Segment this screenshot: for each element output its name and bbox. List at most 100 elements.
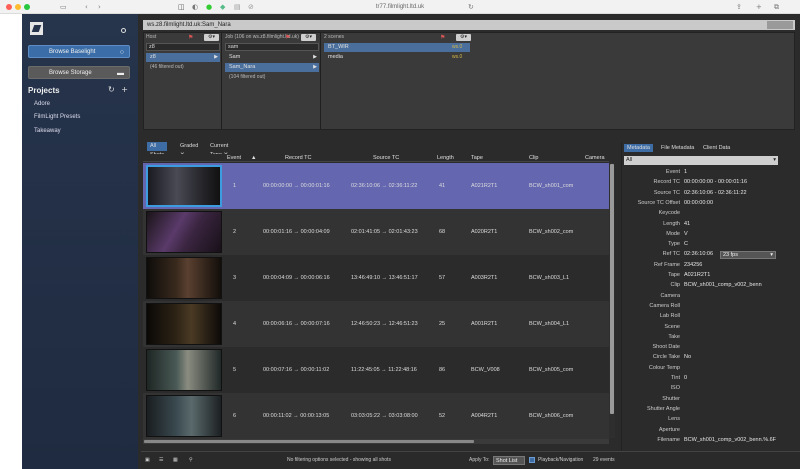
tab-metadata[interactable]: Metadata <box>624 144 653 152</box>
tab-all-shots[interactable]: All Shots <box>147 142 168 158</box>
apply-to-select[interactable]: Shot List <box>493 456 525 465</box>
tab-current-tape[interactable]: Current Tape ✕ <box>207 142 231 158</box>
cell-record-tc: 00:00:01:16 → 00:00:04:09 <box>263 229 330 235</box>
browse-baselight-button[interactable]: Browse Baselight ○ <box>28 45 130 58</box>
col-camera[interactable]: Camera <box>585 154 605 162</box>
shot-thumbnail[interactable] <box>146 395 222 437</box>
filter-status: No filtering options selected - showing … <box>287 457 391 463</box>
zoom-window-dot[interactable] <box>24 4 30 10</box>
tab-client-data[interactable]: Client Data <box>700 144 733 152</box>
col-event[interactable]: Event <box>227 154 241 162</box>
table-row[interactable]: 5 00:00:07:16 → 00:00:11:02 11:22:45:05 → … <box>143 347 609 393</box>
cell-clip: BCW_sh001_com <box>529 183 574 189</box>
cell-clip: BCW_sh003_L1 <box>529 275 570 281</box>
shield-extension-icon[interactable]: ◆ <box>220 3 225 11</box>
job-search-input[interactable]: sam <box>225 43 319 51</box>
grid-view-icon[interactable]: ▦ <box>173 457 178 463</box>
scenes-column: 2 scenes ⚑ ⚙▾ BT_WIR ws.0 media ws.0 <box>322 33 482 129</box>
main-area: ws.z8.filmlight.ltd.uk:Sam_Nara Host ⚑ ⚙… <box>141 14 800 469</box>
sidebar-toggle-icon[interactable]: ▭ <box>60 3 67 11</box>
col-record-tc[interactable]: Record TC <box>285 154 312 162</box>
gear-icon[interactable]: ⚙▾ <box>204 34 219 41</box>
project-item[interactable]: Adore <box>34 101 50 107</box>
add-icon[interactable]: + <box>121 85 128 94</box>
translate-icon[interactable]: ◐ <box>192 3 198 11</box>
scroll-thumb[interactable] <box>610 164 614 414</box>
new-tab-icon[interactable]: + <box>756 3 762 11</box>
table-row[interactable]: 3 00:00:04:09 → 00:00:06:16 13:46:49:10 → … <box>143 255 609 301</box>
horizontal-scrollbar[interactable] <box>143 439 609 444</box>
job-item[interactable]: Sam ▶ <box>225 53 319 62</box>
apply-to-label: Apply To: <box>469 457 490 463</box>
playback-checkbox[interactable] <box>529 457 535 463</box>
col-source-tc[interactable]: Source TC <box>373 154 399 162</box>
sidebar: Browse Baselight ○ Browse Storage ▬ Proj… <box>22 14 138 469</box>
cell-clip: BCW_sh004_L1 <box>529 321 570 327</box>
gear-icon[interactable]: ⚙▾ <box>456 34 471 41</box>
table-row[interactable]: 2 00:00:01:16 → 00:00:04:09 02:01:41:05 → … <box>143 209 609 255</box>
scene-item[interactable]: media ws.0 <box>324 53 470 62</box>
extension-icon[interactable]: ◫ <box>178 3 185 11</box>
shot-thumbnail[interactable] <box>146 349 222 391</box>
cell-tape: A021R2T1 <box>471 183 498 189</box>
lock-icon[interactable]: ▣ <box>145 457 150 463</box>
tab-graded[interactable]: Graded ✕ <box>177 142 201 158</box>
cell-tape: BCW_V008 <box>471 367 500 373</box>
col-clip[interactable]: Clip <box>529 154 538 162</box>
table-row[interactable]: 6 00:00:11:02 → 00:00:13:05 03:03:05:22 → … <box>143 393 609 439</box>
cell-length: 52 <box>439 413 446 419</box>
chevron-right-icon: ▶ <box>214 54 218 60</box>
host-filter-note: (46 filtered out) <box>150 64 184 70</box>
cell-source-tc: 13:46:49:10 → 13:46:51:17 <box>351 275 418 281</box>
host-search-input[interactable]: z8 <box>146 43 220 51</box>
shot-thumbnail[interactable] <box>146 257 222 299</box>
scroll-thumb[interactable] <box>144 440 474 443</box>
vertical-scrollbar[interactable] <box>609 162 615 438</box>
forward-arrow-icon[interactable]: › <box>98 3 101 11</box>
event-count: 29 events <box>593 457 615 463</box>
host-item[interactable]: z8 ▶ <box>146 53 220 62</box>
col-length[interactable]: Length <box>437 154 454 162</box>
col-tape[interactable]: Tape <box>471 154 483 162</box>
filmlight-logo <box>30 22 43 35</box>
browse-storage-button[interactable]: Browse Storage ▬ <box>28 66 130 79</box>
metadata-value[interactable]: BCW_sh001_comp_v002_benn.%.6F <box>684 435 776 446</box>
shot-thumbnail[interactable] <box>146 165 222 207</box>
host-label: Host <box>146 34 157 40</box>
fps-select[interactable]: 23 fps ▾ <box>720 251 776 260</box>
whatsapp-icon[interactable]: ● <box>206 3 212 11</box>
metadata-filter-select[interactable]: All ▾ <box>624 156 778 165</box>
cell-event: 5 <box>233 367 237 373</box>
reader-icon[interactable]: ▤ <box>234 3 241 11</box>
back-arrow-icon[interactable]: ‹ <box>85 3 88 11</box>
gear-icon[interactable]: ⚙▾ <box>301 34 316 41</box>
table-row[interactable]: 4 00:00:06:16 → 00:00:07:16 12:46:50:23 → … <box>143 301 609 347</box>
path-options-button[interactable] <box>767 21 793 29</box>
reload-icon[interactable]: ↻ <box>468 3 474 11</box>
ad-blocker-icon[interactable]: ⊘ <box>248 3 254 11</box>
path-bar[interactable]: ws.z8.filmlight.ltd.uk:Sam_Nara <box>143 20 795 30</box>
address-bar[interactable]: tr77.filmlight.ltd.uk <box>340 2 460 12</box>
job-column: Job (106 on ws.z8.filmlight.ltd.uk) ⚑ ⚙▾… <box>223 33 321 129</box>
minimize-window-dot[interactable] <box>15 4 21 10</box>
status-dot-icon[interactable] <box>121 28 126 33</box>
tab-file-metadata[interactable]: File Metadata <box>658 144 697 152</box>
list-view-icon[interactable]: ☰ <box>159 457 163 463</box>
shot-thumbnail[interactable] <box>146 211 222 253</box>
refresh-icon[interactable]: ↻ <box>108 85 115 94</box>
project-item[interactable]: Takeaway <box>34 128 61 134</box>
scene-item[interactable]: BT_WIR ws.0 <box>324 43 470 52</box>
cell-tape: A004R2T1 <box>471 413 498 419</box>
share-icon[interactable]: ⇪ <box>736 3 742 11</box>
projects-actions: ↻ + <box>108 85 128 94</box>
tab-overview-icon[interactable]: ⧉ <box>774 3 779 12</box>
project-item[interactable]: FilmLight Presets <box>34 114 80 120</box>
cell-source-tc: 03:03:05:22 → 03:03:08:00 <box>351 413 418 419</box>
shot-thumbnail[interactable] <box>146 303 222 345</box>
close-window-dot[interactable] <box>6 4 12 10</box>
pin-icon[interactable]: ⚲ <box>189 457 193 463</box>
metadata-label: Filename <box>657 436 680 443</box>
job-item[interactable]: Sam_Nara ▶ <box>225 63 319 72</box>
cell-clip: BCW_sh006_com <box>529 413 574 419</box>
table-row[interactable]: 1 00:00:00:00 → 00:00:01:16 02:36:10:06 → … <box>143 163 609 209</box>
